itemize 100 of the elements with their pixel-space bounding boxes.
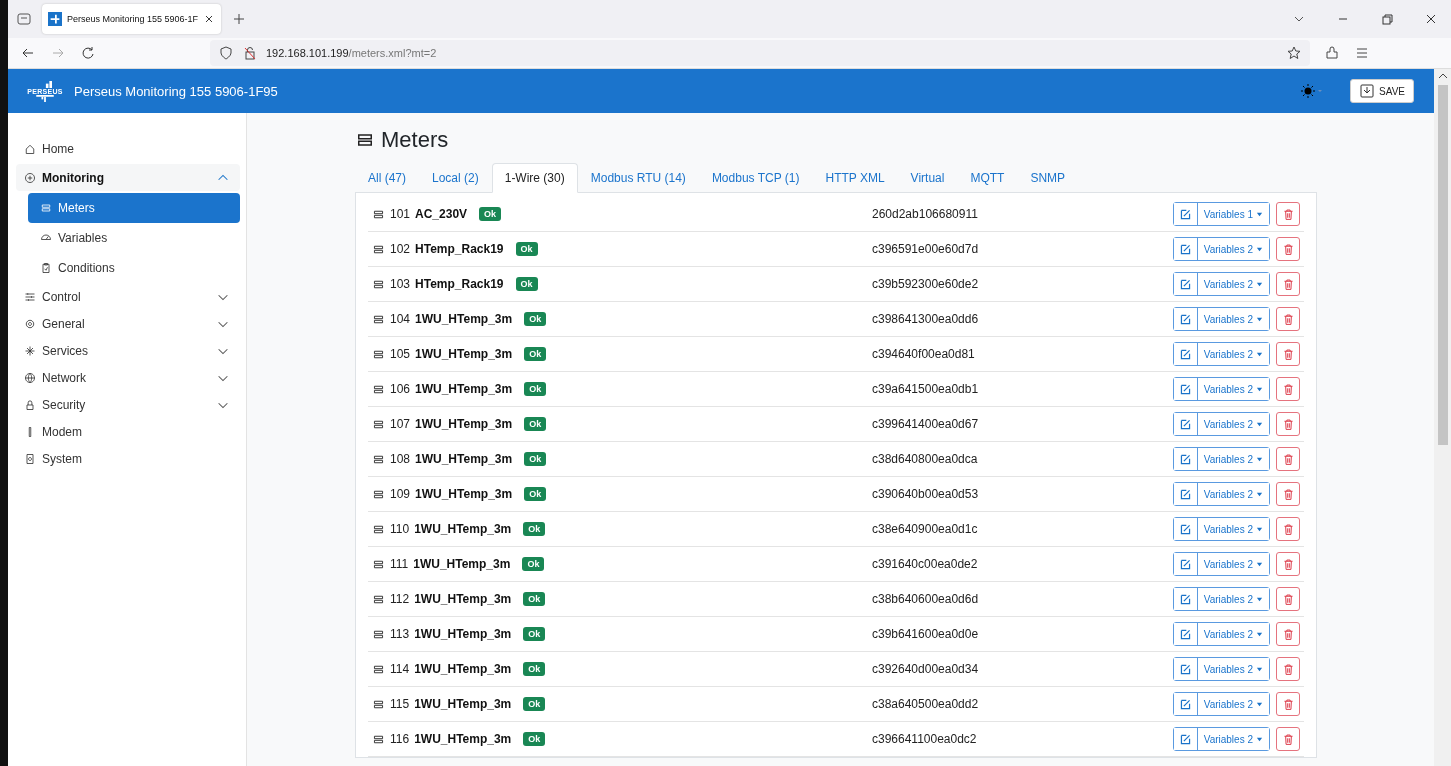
tab[interactable]: HTTP XML — [812, 163, 898, 193]
delete-button[interactable] — [1276, 412, 1300, 436]
sidebar-item[interactable]: Conditions — [28, 253, 240, 283]
scroll-up-icon[interactable] — [1437, 73, 1448, 79]
edit-button[interactable] — [1173, 238, 1198, 260]
meter-name: AC_230V — [415, 207, 468, 221]
sidebar-item[interactable]: Services — [16, 337, 240, 364]
status-badge: Ok — [523, 627, 546, 641]
delete-button[interactable] — [1276, 727, 1300, 751]
reload-icon[interactable] — [80, 45, 96, 61]
edit-button[interactable] — [1173, 483, 1198, 505]
delete-button[interactable] — [1276, 237, 1300, 261]
trash-icon — [1281, 207, 1295, 221]
scrollbar[interactable] — [1434, 69, 1451, 766]
edit-button[interactable] — [1173, 378, 1198, 400]
delete-button[interactable] — [1276, 517, 1300, 541]
edit-button[interactable] — [1173, 518, 1198, 540]
tab[interactable]: 1-Wire (30) — [491, 163, 578, 193]
edit-icon — [1178, 312, 1192, 326]
sidebar-item[interactable]: Control — [16, 283, 240, 310]
sidebar-item[interactable]: Monitoring — [16, 164, 240, 191]
edit-button[interactable] — [1173, 658, 1198, 680]
trash-icon — [1281, 557, 1295, 571]
edit-icon — [1178, 487, 1192, 501]
tab[interactable]: MQTT — [957, 163, 1018, 193]
edit-button[interactable] — [1173, 728, 1198, 750]
trash-icon — [1281, 382, 1295, 396]
edit-icon — [1178, 697, 1192, 711]
sidebar-item[interactable]: System — [16, 445, 240, 472]
edit-button[interactable] — [1173, 448, 1198, 470]
tab[interactable]: Modbus RTU (14) — [577, 163, 699, 193]
meter-name: 1WU_HTemp_3m — [415, 452, 513, 466]
sidebar-item[interactable]: Variables — [28, 223, 240, 253]
address-bar[interactable]: 192.168.101.199/meters.xml?mt=2 — [210, 40, 1310, 66]
edit-icon — [1178, 522, 1192, 536]
delete-button[interactable] — [1276, 587, 1300, 611]
delete-button[interactable] — [1276, 657, 1300, 681]
delete-button[interactable] — [1276, 552, 1300, 576]
sidebar-item[interactable]: Security — [16, 391, 240, 418]
meter-name: 1WU_HTemp_3m — [414, 662, 512, 676]
sidebar-item[interactable]: General — [16, 310, 240, 337]
delete-button[interactable] — [1276, 307, 1300, 331]
meter-address: 260d2ab106680911 — [872, 207, 978, 221]
edit-button[interactable] — [1173, 343, 1198, 365]
sidebar-item[interactable]: Meters — [28, 193, 240, 223]
edit-button[interactable] — [1173, 588, 1198, 610]
meter-number: 109 — [390, 487, 411, 501]
edit-icon — [1178, 277, 1192, 291]
meter-address: c38e640900ea0d1c — [872, 522, 978, 536]
edit-button[interactable] — [1173, 553, 1198, 575]
tab[interactable]: SNMP — [1017, 163, 1079, 193]
sidebar-item[interactable]: Network — [16, 364, 240, 391]
status-badge: Ok — [523, 522, 546, 536]
delete-button[interactable] — [1276, 202, 1300, 226]
tab[interactable]: Virtual — [897, 163, 958, 193]
trash-icon — [1281, 732, 1295, 746]
delete-button[interactable] — [1276, 272, 1300, 296]
meter-name: HTemp_Rack19 — [415, 242, 504, 256]
caret-icon — [1256, 560, 1263, 568]
trash-icon — [1281, 242, 1295, 256]
trash-icon — [1281, 627, 1295, 641]
delete-button[interactable] — [1276, 377, 1300, 401]
device-icon — [24, 452, 36, 465]
delete-button[interactable] — [1276, 342, 1300, 366]
tab[interactable]: Local (2) — [419, 163, 492, 193]
edit-button[interactable] — [1173, 203, 1198, 225]
meter-address: c38b640600ea0d6d — [872, 592, 979, 606]
status-badge: Ok — [523, 732, 546, 746]
tab[interactable]: Modbus TCP (1) — [698, 163, 813, 193]
edit-button[interactable] — [1173, 693, 1198, 715]
caret-icon — [1256, 665, 1263, 673]
status-badge: Ok — [523, 662, 546, 676]
delete-button[interactable] — [1276, 692, 1300, 716]
tab-list-icon[interactable] — [16, 11, 32, 27]
star-icon[interactable] — [1286, 45, 1302, 61]
extensions-icon[interactable] — [1324, 45, 1340, 61]
delete-button[interactable] — [1276, 482, 1300, 506]
delete-button[interactable] — [1276, 447, 1300, 471]
meter-address: c399641400ea0d67 — [872, 417, 979, 431]
tab[interactable]: All (47) — [355, 163, 419, 193]
menu-icon[interactable] — [1354, 45, 1370, 61]
save-button[interactable]: SAVE — [1350, 79, 1414, 103]
caret-icon — [1256, 735, 1263, 743]
restore-icon[interactable] — [1379, 11, 1395, 27]
delete-button[interactable] — [1276, 622, 1300, 646]
edit-button[interactable] — [1173, 273, 1198, 295]
status-badge: Ok — [524, 487, 547, 501]
edit-button[interactable] — [1173, 623, 1198, 645]
edit-button[interactable] — [1173, 413, 1198, 435]
sidebar-item[interactable]: Home — [16, 135, 240, 162]
meter-number: 114 — [390, 662, 410, 676]
sun-icon[interactable] — [1300, 83, 1325, 99]
meter-address: c39a641500ea0db1 — [872, 382, 979, 396]
edit-button[interactable] — [1173, 308, 1198, 330]
edit-icon — [1178, 592, 1192, 606]
status-badge: Ok — [515, 277, 538, 291]
sidebar-item[interactable]: Modem — [16, 418, 240, 445]
caret-icon — [1256, 245, 1263, 253]
browser-tab[interactable]: Perseus Monitoring 155 5906-1F — [42, 4, 222, 34]
meter-number: 110 — [390, 522, 410, 536]
